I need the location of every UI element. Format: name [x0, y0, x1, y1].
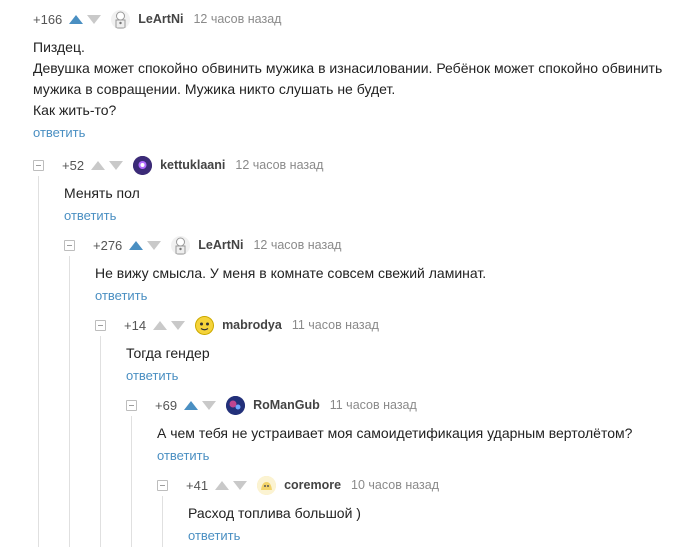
comment-text: Тогда гендер — [126, 345, 210, 361]
comment-header: +276 LeArtNi 12 часов назад — [64, 235, 693, 255]
comment-author[interactable]: RoManGub — [253, 398, 320, 412]
vote-controls — [69, 14, 102, 24]
comment: +69 RoManGub 11 часов назад А чем тебя н… — [126, 395, 693, 465]
comment: +14 mabrodya 11 часов назад Тогда гендер… — [95, 315, 693, 385]
vote-controls — [129, 240, 162, 250]
comment-rating: +166 — [33, 11, 63, 27]
collapse-thread-button[interactable] — [126, 399, 137, 411]
vote-down-icon[interactable] — [171, 320, 186, 330]
comment-text: А чем тебя не устраивает моя самоидетифи… — [157, 425, 633, 441]
comment-header: +41 coremore 10 часов назад — [157, 475, 693, 495]
comment-rating: +52 — [62, 157, 85, 173]
comment: +276 LeArtNi 12 часов назад Не вижу смыс… — [64, 235, 693, 305]
comment-rating: +41 — [186, 477, 209, 493]
comment-rating: +276 — [93, 237, 123, 253]
comment-author[interactable]: mabrodya — [222, 318, 282, 332]
reply-link[interactable]: ответить — [64, 208, 116, 223]
reply-link[interactable]: ответить — [95, 288, 147, 303]
vote-down-icon[interactable] — [147, 240, 162, 250]
comment-time[interactable]: 10 часов назад — [351, 478, 439, 492]
reply-link[interactable]: ответить — [157, 448, 209, 463]
comment-author[interactable]: coremore — [284, 478, 341, 492]
cook-avatar-icon[interactable] — [111, 9, 131, 29]
comment-time[interactable]: 11 часов назад — [330, 398, 417, 412]
comment-header: +69 RoManGub 11 часов назад — [126, 395, 693, 415]
vote-up-icon[interactable] — [129, 240, 144, 250]
reply-link[interactable]: ответить — [33, 125, 85, 140]
reply-link[interactable]: ответить — [188, 528, 240, 543]
collapse-thread-button[interactable] — [64, 239, 75, 251]
reply-link[interactable]: ответить — [126, 368, 178, 383]
vote-controls — [215, 480, 248, 490]
collapse-thread-button[interactable] — [33, 159, 44, 171]
blob-avatar-icon[interactable] — [257, 475, 277, 495]
vote-down-icon[interactable] — [233, 480, 248, 490]
vote-up-icon[interactable] — [91, 160, 106, 170]
collapse-thread-button[interactable] — [157, 479, 168, 491]
vote-controls — [153, 320, 186, 330]
comment-time[interactable]: 12 часов назад — [193, 12, 281, 26]
comment-time[interactable]: 11 часов назад — [292, 318, 379, 332]
vote-up-icon[interactable] — [153, 320, 168, 330]
vote-up-icon[interactable] — [215, 480, 230, 490]
vote-down-icon[interactable] — [109, 160, 124, 170]
comment-time[interactable]: 12 часов назад — [235, 158, 323, 172]
comment-header: +14 mabrodya 11 часов назад — [95, 315, 693, 335]
vote-controls — [184, 400, 217, 410]
comment-time[interactable]: 12 часов назад — [253, 238, 341, 252]
collapse-thread-button[interactable] — [95, 319, 106, 331]
comment: +52 kettuklaani 12 часов назад Менять по… — [33, 155, 693, 225]
space-avatar-icon[interactable] — [133, 155, 153, 175]
comment-text: Менять пол — [64, 185, 140, 201]
galaxy-avatar-icon[interactable] — [226, 395, 246, 415]
comment-rating: +14 — [124, 317, 147, 333]
vote-down-icon[interactable] — [87, 14, 102, 24]
vote-down-icon[interactable] — [202, 400, 217, 410]
vote-up-icon[interactable] — [184, 400, 199, 410]
comment-header: +52 kettuklaani 12 часов назад — [33, 155, 693, 175]
comment-author[interactable]: LeArtNi — [138, 12, 183, 26]
vote-up-icon[interactable] — [69, 14, 84, 24]
comment-header: +166 LeArtNi 12 часов назад — [33, 9, 693, 29]
comment-author[interactable]: kettuklaani — [160, 158, 225, 172]
comment-text: Расход топлива большой ) — [188, 505, 361, 521]
thread-branch-line — [38, 176, 39, 547]
comment-text: Не вижу смысла. У меня в комнате совсем … — [95, 265, 487, 281]
comment-author[interactable]: LeArtNi — [198, 238, 243, 252]
vote-controls — [91, 160, 124, 170]
comment: +41 coremore 10 часов назад Расход топли… — [157, 475, 693, 545]
comment-text: Пиздец. Девушка может спокойно обвинить … — [33, 39, 663, 118]
comment-rating: +69 — [155, 397, 178, 413]
comment: +166 LeArtNi 12 часов назад Пиздец. Деву… — [33, 9, 693, 142]
smiley-avatar-icon[interactable] — [195, 315, 215, 335]
cook-avatar-icon[interactable] — [171, 235, 191, 255]
